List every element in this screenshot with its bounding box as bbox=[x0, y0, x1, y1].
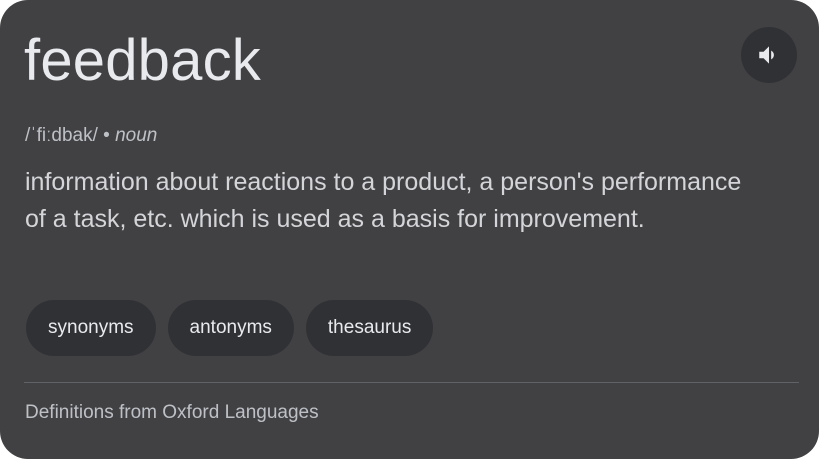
dictionary-card: feedback /ˈfiːdbak/ • noun information a… bbox=[0, 0, 819, 459]
phonetic-spelling: /ˈfiːdbak/ bbox=[25, 125, 98, 146]
related-chips: synonyms antonyms thesaurus bbox=[26, 300, 434, 356]
divider bbox=[24, 382, 799, 383]
part-of-speech: noun bbox=[115, 125, 158, 146]
antonyms-chip[interactable]: antonyms bbox=[167, 300, 294, 356]
definition-text: information about reactions to a product… bbox=[25, 168, 742, 233]
source-attribution-link[interactable]: Definitions from Oxford Languages bbox=[25, 401, 319, 425]
pronunciation-audio-button[interactable] bbox=[741, 27, 797, 83]
speaker-icon bbox=[756, 42, 782, 68]
thesaurus-chip[interactable]: thesaurus bbox=[305, 300, 434, 356]
pronunciation-line: /ˈfiːdbak/ • noun bbox=[25, 124, 157, 148]
synonyms-chip[interactable]: synonyms bbox=[26, 300, 156, 356]
separator-dot: • bbox=[97, 125, 116, 146]
headword: feedback bbox=[24, 28, 261, 93]
